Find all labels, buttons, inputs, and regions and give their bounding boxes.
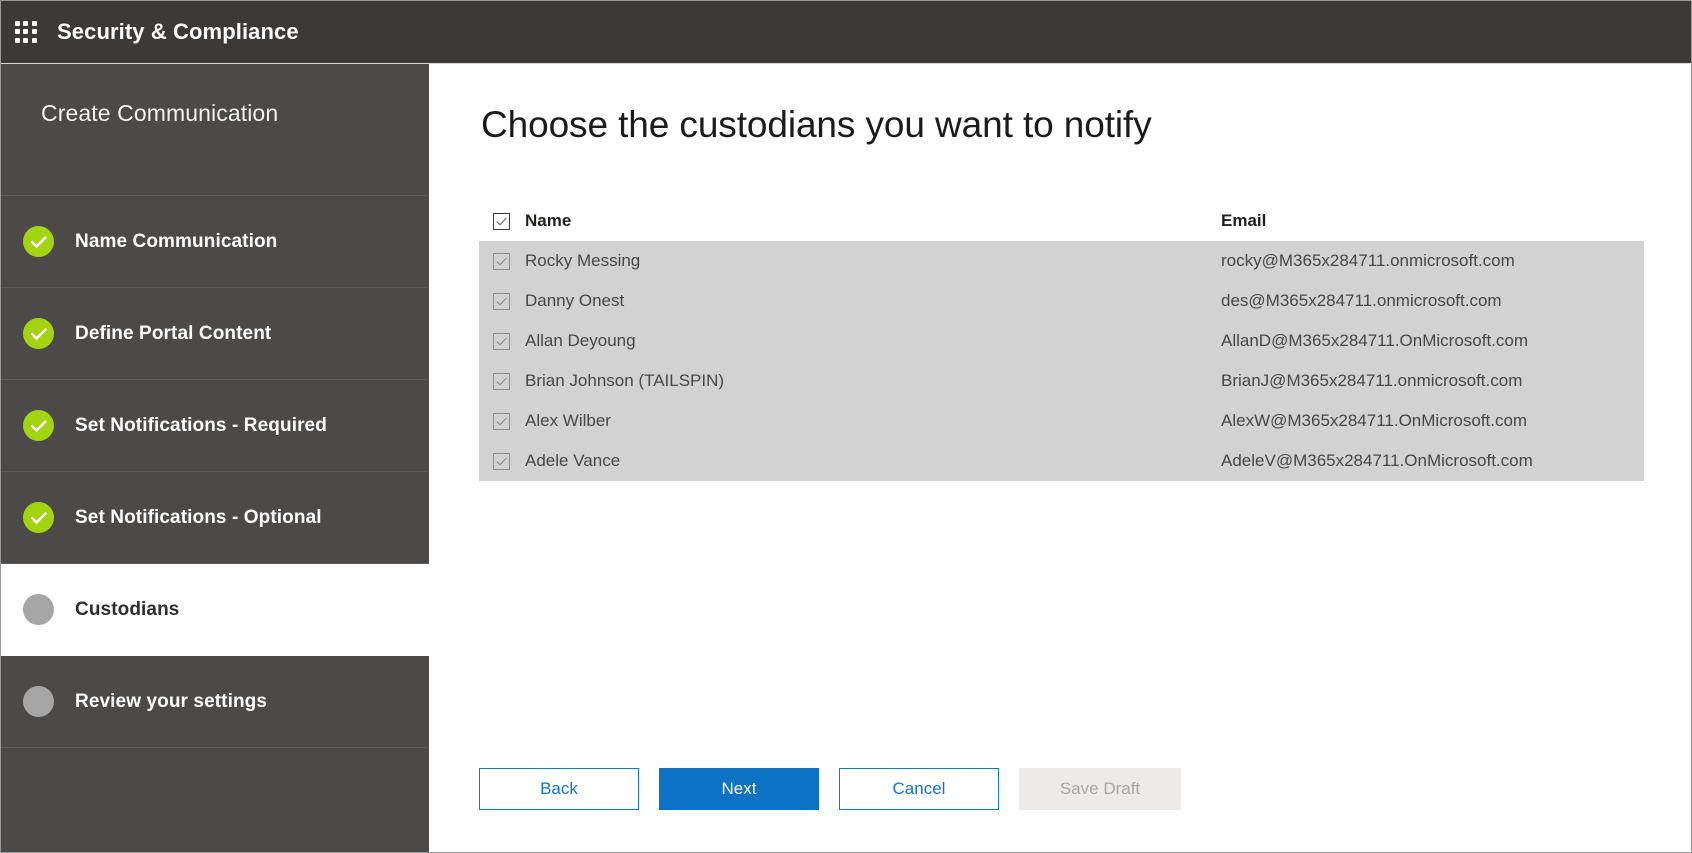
sidebar-step-name-communication[interactable]: Name Communication — [1, 196, 429, 288]
step-complete-icon — [23, 410, 54, 441]
page-title: Choose the custodians you want to notify — [481, 104, 1152, 146]
sidebar-header-label: Create Communication — [41, 100, 429, 127]
row-name-label: Brian Johnson (TAILSPIN) — [525, 371, 724, 390]
sidebar-header: Create Communication — [1, 64, 429, 196]
next-button[interactable]: Next — [659, 768, 819, 810]
sidebar-step-label: Set Notifications - Required — [75, 415, 327, 437]
sidebar-step-define-portal-content[interactable]: Define Portal Content — [1, 288, 429, 380]
row-email-label: BrianJ@M365x284711.onmicrosoft.com — [1221, 371, 1522, 390]
sidebar-step-set-notifications-required[interactable]: Set Notifications - Required — [1, 380, 429, 472]
table-row[interactable]: Danny Onest des@M365x284711.onmicrosoft.… — [479, 281, 1644, 321]
row-select-cell — [479, 333, 523, 350]
row-email-label: AllanD@M365x284711.OnMicrosoft.com — [1221, 331, 1528, 350]
row-name-cell: Brian Johnson (TAILSPIN) — [523, 371, 1221, 391]
waffle-grid-icon[interactable] — [13, 19, 39, 45]
sidebar-step-label: Set Notifications - Optional — [75, 507, 322, 529]
row-email-label: rocky@M365x284711.onmicrosoft.com — [1221, 251, 1515, 270]
row-email-label: des@M365x284711.onmicrosoft.com — [1221, 291, 1502, 310]
row-select-cell — [479, 293, 523, 310]
select-all-cell — [479, 213, 523, 230]
row-checkbox[interactable] — [493, 293, 510, 310]
wizard-sidebar: Create Communication Name Communication … — [1, 64, 429, 853]
row-checkbox[interactable] — [493, 373, 510, 390]
row-name-cell: Alex Wilber — [523, 411, 1221, 431]
column-header-email: Email — [1221, 211, 1644, 231]
table-header-row: Name Email — [479, 201, 1644, 241]
sidebar-step-label: Custodians — [75, 599, 179, 621]
table-row[interactable]: Allan Deyoung AllanD@M365x284711.OnMicro… — [479, 321, 1644, 361]
sidebar-step-set-notifications-optional[interactable]: Set Notifications - Optional — [1, 472, 429, 564]
row-email-cell: AlexW@M365x284711.OnMicrosoft.com — [1221, 411, 1644, 431]
column-header-name: Name — [523, 211, 1221, 231]
app-title: Security & Compliance — [57, 19, 299, 45]
back-button[interactable]: Back — [479, 768, 639, 810]
column-header-email-label: Email — [1221, 211, 1266, 230]
row-email-cell: AdeleV@M365x284711.OnMicrosoft.com — [1221, 451, 1644, 471]
step-complete-icon — [23, 226, 54, 257]
row-email-label: AdeleV@M365x284711.OnMicrosoft.com — [1221, 451, 1533, 470]
step-pending-icon — [23, 686, 54, 717]
row-checkbox[interactable] — [493, 413, 510, 430]
row-select-cell — [479, 413, 523, 430]
step-complete-icon — [23, 318, 54, 349]
app-window: Security & Compliance Create Communicati… — [0, 0, 1692, 853]
sidebar-step-label: Review your settings — [75, 691, 267, 713]
row-email-cell: des@M365x284711.onmicrosoft.com — [1221, 291, 1644, 311]
column-header-name-label: Name — [525, 211, 571, 230]
sidebar-step-label: Name Communication — [75, 231, 277, 253]
wizard-actions: Back Next Cancel Save Draft — [479, 768, 1201, 810]
row-checkbox[interactable] — [493, 253, 510, 270]
row-name-label: Adele Vance — [525, 451, 620, 470]
row-name-label: Alex Wilber — [525, 411, 611, 430]
row-select-cell — [479, 373, 523, 390]
row-name-cell: Allan Deyoung — [523, 331, 1221, 351]
step-pending-icon — [23, 594, 54, 625]
select-all-checkbox[interactable] — [493, 213, 510, 230]
row-email-cell: BrianJ@M365x284711.onmicrosoft.com — [1221, 371, 1644, 391]
row-checkbox[interactable] — [493, 453, 510, 470]
cancel-button[interactable]: Cancel — [839, 768, 999, 810]
save-draft-button: Save Draft — [1019, 768, 1181, 810]
sidebar-step-custodians[interactable]: Custodians — [1, 564, 429, 656]
row-email-cell: rocky@M365x284711.onmicrosoft.com — [1221, 251, 1644, 271]
app-header-bar: Security & Compliance — [1, 1, 1691, 64]
row-email-cell: AllanD@M365x284711.OnMicrosoft.com — [1221, 331, 1644, 351]
row-name-label: Allan Deyoung — [525, 331, 636, 350]
table-row[interactable]: Adele Vance AdeleV@M365x284711.OnMicroso… — [479, 441, 1644, 481]
row-name-cell: Danny Onest — [523, 291, 1221, 311]
row-name-label: Rocky Messing — [525, 251, 640, 270]
row-select-cell — [479, 253, 523, 270]
sidebar-step-label: Define Portal Content — [75, 323, 271, 345]
step-complete-icon — [23, 502, 54, 533]
sidebar-filler — [1, 748, 429, 853]
table-row[interactable]: Alex Wilber AlexW@M365x284711.OnMicrosof… — [479, 401, 1644, 441]
row-email-label: AlexW@M365x284711.OnMicrosoft.com — [1221, 411, 1527, 430]
row-name-label: Danny Onest — [525, 291, 624, 310]
table-row[interactable]: Brian Johnson (TAILSPIN) BrianJ@M365x284… — [479, 361, 1644, 401]
row-name-cell: Rocky Messing — [523, 251, 1221, 271]
table-row[interactable]: Rocky Messing rocky@M365x284711.onmicros… — [479, 241, 1644, 281]
main-content: Choose the custodians you want to notify… — [429, 64, 1691, 852]
row-checkbox[interactable] — [493, 333, 510, 350]
custodians-table: Name Email Rocky Messing rocky@M365x2847… — [479, 201, 1644, 481]
row-name-cell: Adele Vance — [523, 451, 1221, 471]
sidebar-step-review-your-settings[interactable]: Review your settings — [1, 656, 429, 748]
row-select-cell — [479, 453, 523, 470]
